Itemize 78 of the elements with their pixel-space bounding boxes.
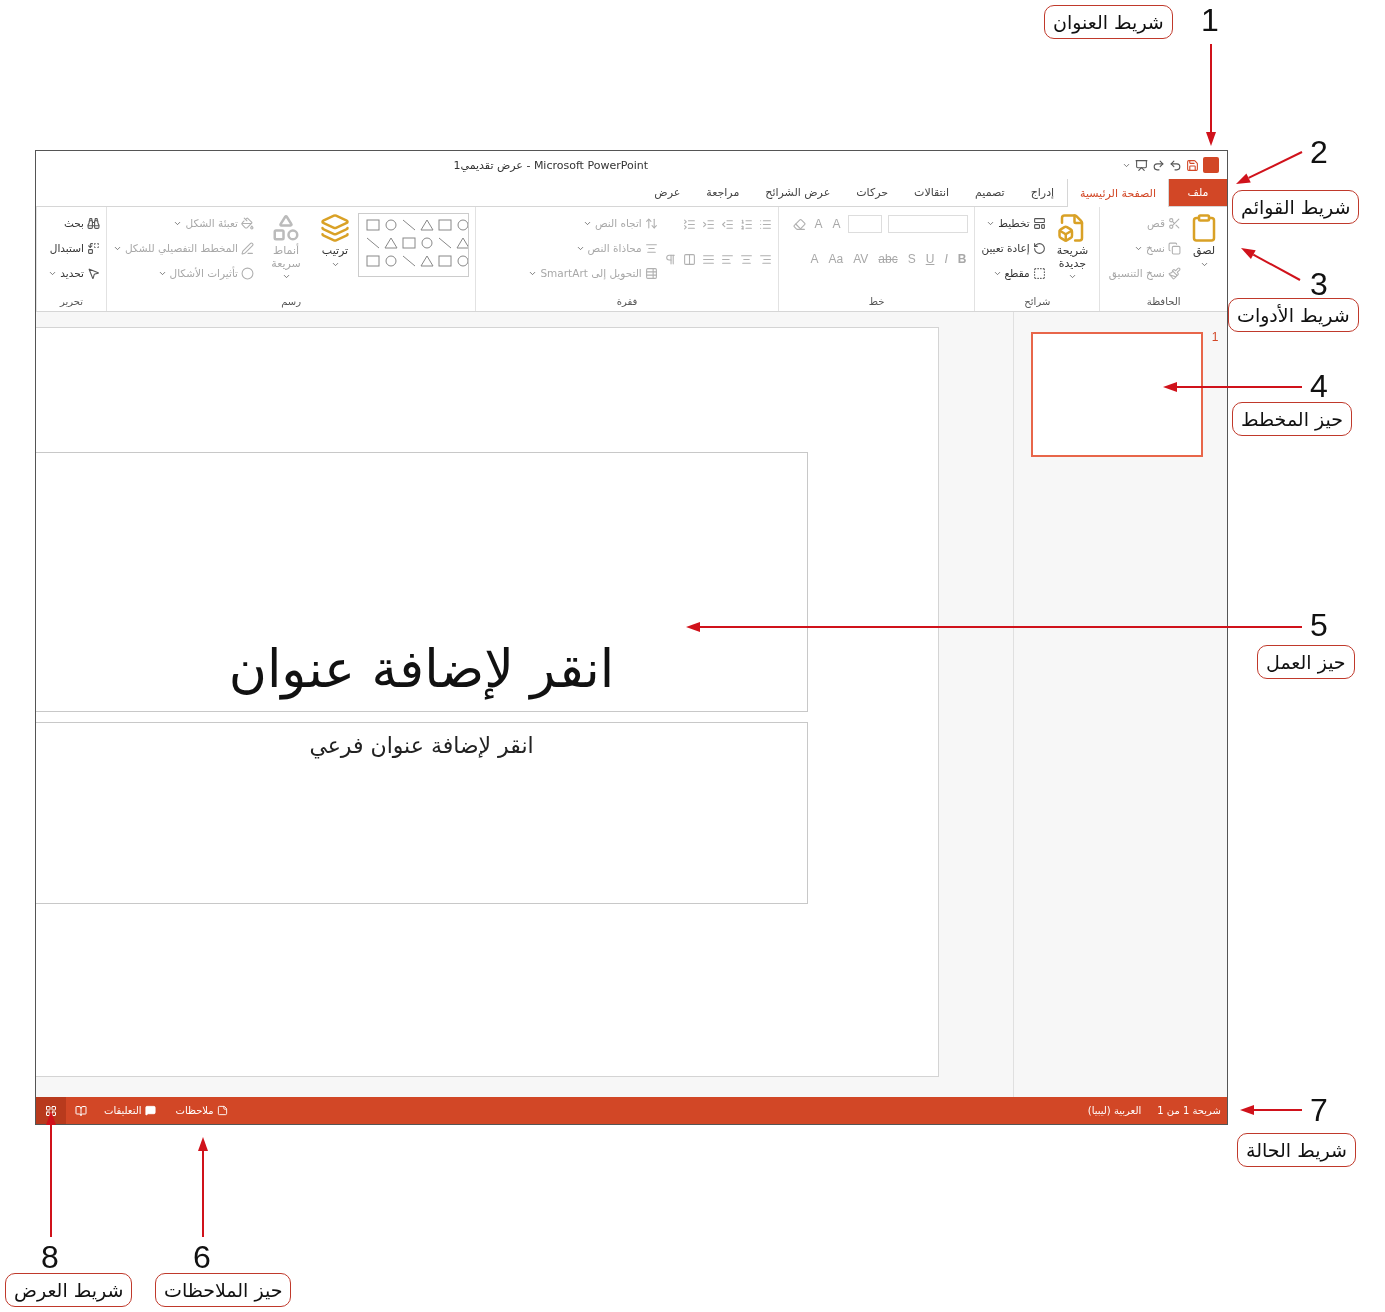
ribbon-button[interactable]: ترتيب xyxy=(318,213,352,269)
undo-icon[interactable] xyxy=(1169,158,1182,172)
callout-number: 4 xyxy=(1310,370,1328,402)
window-title: Microsoft PowerPoint - عرض تقديمي1 xyxy=(453,158,648,172)
shapes-gallery[interactable] xyxy=(358,213,470,277)
tool-icon xyxy=(241,241,254,255)
group-label: خط xyxy=(868,296,885,309)
group-label: الحافظة xyxy=(1146,296,1181,309)
tool-icon xyxy=(1168,266,1181,280)
tool-icon xyxy=(644,266,658,280)
slide-count-text: شريحة 1 من 1 xyxy=(1157,1105,1221,1116)
callout-number: 1 xyxy=(1201,4,1219,36)
tool-icon xyxy=(241,216,254,230)
redo-icon[interactable] xyxy=(1152,158,1165,172)
tool-icon xyxy=(86,216,100,230)
group-label: شرائح xyxy=(1024,296,1051,310)
callout-number: 5 xyxy=(1310,609,1328,641)
tool-icon xyxy=(644,241,658,255)
tool-icon xyxy=(320,213,350,243)
tool-icon xyxy=(1032,216,1046,230)
callout-number: 8 xyxy=(41,1241,59,1273)
subtitle-placeholder-text: انقر لإضافة عنوان فرعي xyxy=(309,733,534,761)
comments-button[interactable]: التعليقات xyxy=(104,1105,156,1116)
tool-icon xyxy=(271,213,301,243)
callout-number: 3 xyxy=(1310,268,1328,300)
callout-arrow xyxy=(1241,248,1301,281)
slide-number: 1 xyxy=(1210,330,1220,346)
slide-thumbnail[interactable] xyxy=(1031,332,1203,457)
ribbon-button[interactable]: إعادة تعيين xyxy=(981,238,1046,258)
callout-label: شريط العرض xyxy=(5,1273,133,1307)
ribbon-button[interactable]: بحث xyxy=(48,213,100,233)
grid-icon xyxy=(45,1104,57,1117)
tool-icon xyxy=(241,266,254,280)
tool-icon xyxy=(1032,266,1046,280)
note-icon xyxy=(216,1105,228,1116)
view-button[interactable] xyxy=(36,1097,66,1124)
group-label: فقرة xyxy=(616,296,638,309)
subtitle-placeholder[interactable]: انقر لإضافة عنوان فرعي xyxy=(36,722,808,904)
tool-icon xyxy=(1168,216,1181,230)
button-label: شريحة جديدة xyxy=(1055,245,1090,271)
callout-arrow xyxy=(1236,151,1303,184)
book-icon xyxy=(75,1104,87,1117)
callout-label: حيز العمل xyxy=(1257,645,1355,679)
presenter-icon[interactable] xyxy=(1135,158,1148,172)
callout-label: شريط العنوان xyxy=(1044,5,1173,39)
save-icon[interactable] xyxy=(1186,158,1199,172)
callout-arrow xyxy=(1240,1105,1303,1115)
tool-icon xyxy=(644,216,658,230)
callout-label: شريط الأدوات xyxy=(1228,298,1359,332)
menu-tab[interactable]: ملف xyxy=(1169,179,1227,206)
callout-label: شريط القوائم xyxy=(1232,190,1360,224)
title-placeholder-text: انقر لإضافة عنوان xyxy=(228,639,615,699)
ribbon-button[interactable]: مقطع xyxy=(981,263,1046,283)
group-label: رسم xyxy=(281,296,301,310)
group-label: تحرير xyxy=(59,296,83,309)
ribbon-button[interactable]: تحديد xyxy=(48,263,100,283)
button-label: أنماط سريعة xyxy=(270,245,302,271)
callout-number: 2 xyxy=(1310,136,1328,168)
ribbon-button[interactable]: لصق xyxy=(1187,213,1221,269)
notes-button[interactable]: ملاحظات xyxy=(175,1105,228,1116)
ribbon-button[interactable]: تخطيط xyxy=(981,213,1046,233)
tool-icon xyxy=(86,266,100,280)
title-placeholder[interactable]: انقر لإضافة عنوان xyxy=(36,452,808,712)
menu-tab[interactable]: الصفحة الرئيسية xyxy=(1067,179,1169,207)
comment-icon xyxy=(144,1105,156,1116)
tool-icon xyxy=(1032,241,1046,255)
ribbon-button[interactable]: شريحة جديدة xyxy=(1051,213,1094,282)
ribbon-button[interactable]: استبدال xyxy=(48,238,100,258)
callout-label: حيز المخطط xyxy=(1232,402,1352,436)
callout-number: 7 xyxy=(1310,1094,1328,1126)
language-text: العربية (ليبيا) xyxy=(1087,1105,1142,1116)
button-label: ترتيب xyxy=(321,245,349,258)
callout-label: شريط الحالة xyxy=(1237,1133,1356,1167)
button-label: لصق xyxy=(1192,245,1216,258)
tool-icon xyxy=(1168,241,1181,255)
callout-label: حيز الملاحظات xyxy=(155,1273,292,1307)
tool-icon xyxy=(86,241,100,255)
callout-number: 6 xyxy=(193,1241,211,1273)
